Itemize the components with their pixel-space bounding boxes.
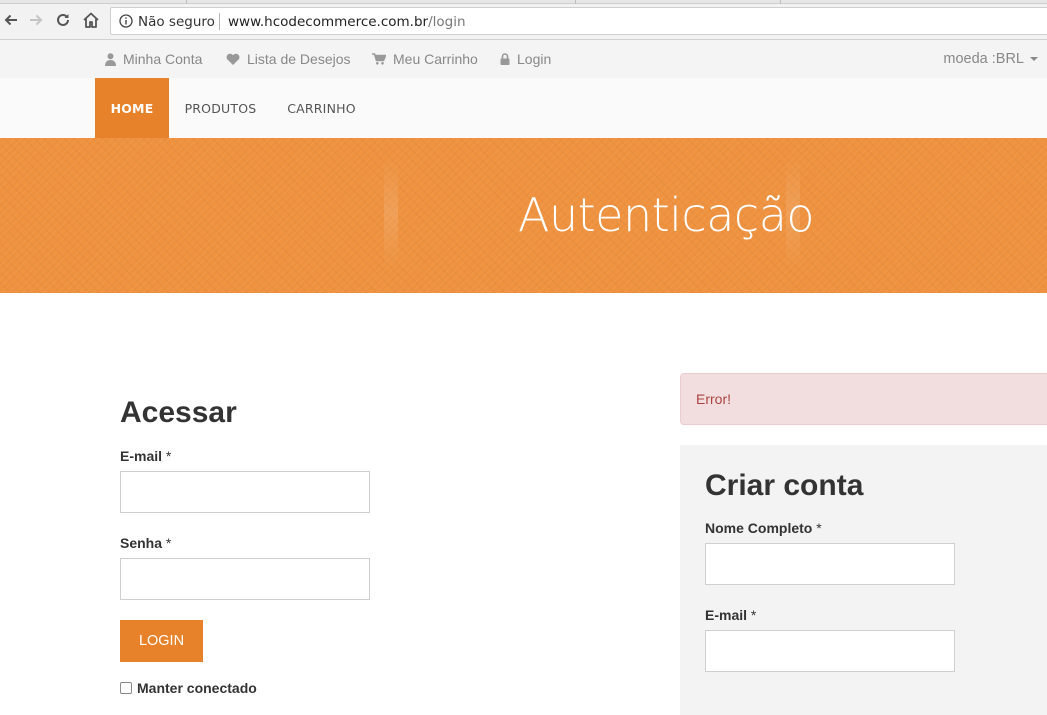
forward-button[interactable] [25,9,47,31]
tab-edge [780,0,781,4]
banner-decoration [384,158,398,268]
login-title: Acessar [120,396,237,429]
remember-label: Manter conectado [137,680,257,696]
label-text: Senha [120,535,163,551]
page-banner: Autenticação [0,138,1047,293]
register-email-label: E-mail * [705,607,756,623]
nav-produtos[interactable]: PRODUTOS [173,78,268,138]
remember-me[interactable]: Manter conectado [120,680,257,696]
lock-icon [500,53,510,65]
reload-icon [57,13,69,26]
register-panel: Criar conta Nome Completo * E-mail * [680,445,1047,715]
home-button[interactable] [80,9,102,31]
top-link-login[interactable]: Login [500,51,551,67]
cart-icon [372,53,386,65]
top-link-label: Meu Carrinho [393,51,478,67]
tab-strip [0,0,1047,4]
login-email-input[interactable] [120,471,370,513]
required-mark: * [750,607,757,623]
tab-edge [186,0,187,4]
error-alert: Error! [680,373,1047,425]
login-password-input[interactable] [120,558,370,600]
login-email-label: E-mail * [120,448,171,464]
top-link-minha-conta[interactable]: Minha Conta [105,51,202,67]
nav-carrinho[interactable]: CARRINHO [274,78,369,138]
required-mark: * [165,448,172,464]
reload-button[interactable] [52,9,74,31]
address-bar[interactable]: Não seguro www.hcodecommerce.com.br/logi… [110,7,1047,35]
home-icon [83,12,99,28]
login-password-label: Senha * [120,535,171,551]
tab-edge [575,0,576,4]
back-arrow-icon [4,14,17,26]
security-label: Não seguro [138,14,215,30]
required-mark: * [816,520,822,536]
heart-icon [226,53,240,65]
remember-checkbox[interactable] [120,682,132,694]
top-link-lista-de-desejos[interactable]: Lista de Desejos [226,51,351,67]
label-text: Nome Completo [705,520,813,536]
browser-toolbar: Não seguro www.hcodecommerce.com.br/logi… [0,0,1047,40]
currency-label: moeda :BRL [943,51,1024,67]
currency-dropdown[interactable]: moeda :BRL [943,51,1038,67]
back-button[interactable] [0,9,22,31]
login-button[interactable]: LOGIN [120,620,203,662]
top-link-label: Login [517,51,552,67]
url-text[interactable]: www.hcodecommerce.com.br/login [228,14,466,30]
required-mark: * [165,535,172,551]
top-link-label: Lista de Desejos [247,51,351,67]
header-top-bar: Minha Conta Lista de Desejos Meu Carrinh… [0,40,1047,78]
register-name-input[interactable] [705,543,955,585]
url-path: /login [428,14,466,30]
top-link-label: Minha Conta [123,51,203,67]
address-separator [219,13,220,30]
register-name-label: Nome Completo * [705,520,822,536]
register-email-input[interactable] [705,630,955,672]
label-text: E-mail [705,607,748,623]
info-icon[interactable] [119,14,133,28]
user-icon [105,52,116,66]
register-title: Criar conta [705,469,864,502]
label-text: E-mail [120,448,163,464]
caret-down-icon [1030,57,1038,61]
main-navigation: HOME PRODUTOS CARRINHO [0,78,1047,138]
top-link-meu-carrinho[interactable]: Meu Carrinho [372,51,478,67]
error-message: Error! [696,391,731,407]
page-title: Autenticação [518,188,815,242]
url-host: www.hcodecommerce.com.br [228,14,429,30]
nav-home[interactable]: HOME [95,78,169,138]
forward-arrow-icon [30,14,43,26]
